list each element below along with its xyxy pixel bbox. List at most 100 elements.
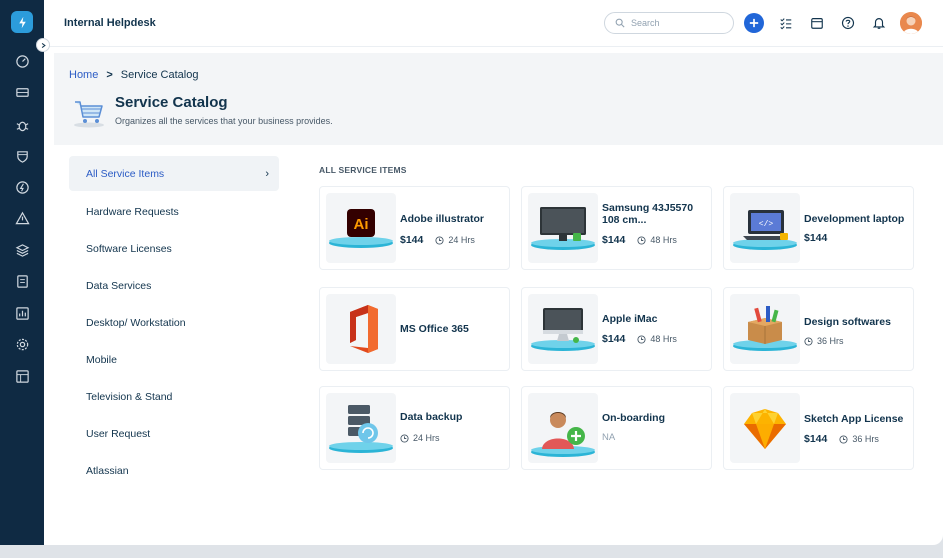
page-header: Home > Service Catalog Service Catalog O… xyxy=(54,53,943,145)
new-item-plus-button[interactable] xyxy=(744,13,764,33)
laptop-icon: </> xyxy=(730,193,800,263)
clock-icon xyxy=(637,334,646,344)
item-price: $144 xyxy=(804,232,828,244)
service-item-card[interactable]: Sketch App License $144 36 Hrs xyxy=(723,386,914,470)
calendar-icon[interactable] xyxy=(809,15,825,31)
item-name: Design softwares xyxy=(804,316,891,328)
clock-icon xyxy=(637,235,646,245)
svg-text:Ai: Ai xyxy=(354,216,369,233)
category-atlassian[interactable]: Atlassian xyxy=(69,452,279,489)
clock-icon xyxy=(839,434,848,444)
data-backup-icon xyxy=(326,393,396,463)
item-price: $144 xyxy=(602,333,626,345)
item-meta: $144 36 Hrs xyxy=(804,433,879,445)
category-hardware-requests[interactable]: Hardware Requests xyxy=(69,193,279,230)
admin-gear-icon[interactable] xyxy=(14,336,30,352)
todo-list-icon[interactable] xyxy=(778,15,794,31)
chevron-right-icon: › xyxy=(265,168,269,180)
service-item-card[interactable]: Data backup 24 Hrs xyxy=(319,386,510,470)
category-software-licenses[interactable]: Software Licenses xyxy=(69,230,279,267)
item-name: Sketch App License xyxy=(804,413,904,425)
item-name: Data backup xyxy=(400,411,463,423)
service-item-card[interactable]: MS Office 365 xyxy=(319,287,510,371)
clock-icon xyxy=(435,235,444,245)
item-eta: 48 Hrs xyxy=(650,235,677,245)
item-name: Adobe illustrator xyxy=(400,213,485,225)
tickets-icon[interactable] xyxy=(14,84,30,100)
clock-icon xyxy=(400,433,409,443)
item-eta: 48 Hrs xyxy=(650,334,677,344)
item-meta: $144 48 Hrs xyxy=(602,234,677,246)
section-label: ALL SERVICE ITEMS xyxy=(319,165,407,175)
onboarding-user-icon xyxy=(528,393,598,463)
service-item-card[interactable]: Samsung 43J5570 108 cm... $144 48 Hrs xyxy=(521,186,712,270)
shopping-cart-icon xyxy=(72,95,106,129)
search-icon xyxy=(615,18,625,28)
app-title: Internal Helpdesk xyxy=(64,17,156,29)
item-meta: NA xyxy=(602,432,615,443)
item-name: MS Office 365 xyxy=(400,323,469,335)
svg-text:</>: </> xyxy=(759,220,774,229)
problems-bug-icon[interactable] xyxy=(14,117,30,133)
category-all-service-items[interactable]: All Service Items › xyxy=(69,156,279,191)
monitor-icon xyxy=(528,193,598,263)
item-meta: 24 Hrs xyxy=(400,433,440,443)
top-header: Internal Helpdesk xyxy=(44,0,943,47)
category-mobile[interactable]: Mobile xyxy=(69,341,279,378)
breadcrumb-home-link[interactable]: Home xyxy=(69,69,98,81)
contracts-icon[interactable] xyxy=(14,273,30,289)
item-eta: 36 Hrs xyxy=(852,434,879,444)
item-price: $144 xyxy=(602,234,626,246)
user-avatar[interactable] xyxy=(900,12,922,34)
item-price-na: NA xyxy=(602,432,616,443)
help-icon[interactable] xyxy=(840,15,856,31)
sketch-icon xyxy=(730,393,800,463)
service-item-card[interactable]: </> Development laptop $144 xyxy=(723,186,914,270)
search-box[interactable] xyxy=(604,12,734,34)
catalog-table-icon[interactable] xyxy=(14,368,30,384)
breadcrumb: Home > Service Catalog xyxy=(69,69,198,81)
service-item-card[interactable]: On-boarding NA xyxy=(521,386,712,470)
item-meta: $144 24 Hrs xyxy=(400,234,475,246)
design-box-icon xyxy=(730,294,800,364)
page-title: Service Catalog xyxy=(115,94,228,111)
category-user-request[interactable]: User Request xyxy=(69,415,279,452)
sidebar-expand-chevron-icon[interactable] xyxy=(36,38,50,52)
freshservice-logo-icon[interactable] xyxy=(11,11,33,33)
category-data-services[interactable]: Data Services xyxy=(69,267,279,304)
imac-icon xyxy=(528,294,598,364)
category-desktop-workstation[interactable]: Desktop/ Workstation xyxy=(69,304,279,341)
app-window: Internal Helpdesk Home > Service Catalog xyxy=(0,0,943,545)
item-eta: 36 Hrs xyxy=(817,336,844,346)
item-price: $144 xyxy=(804,433,828,445)
category-television-stand[interactable]: Television & Stand xyxy=(69,378,279,415)
item-meta: $144 48 Hrs xyxy=(602,333,677,345)
item-name: Development laptop xyxy=(804,213,905,225)
office-icon xyxy=(326,294,396,364)
changes-shield-icon[interactable] xyxy=(14,148,30,164)
item-name: Apple iMac xyxy=(602,313,658,325)
assets-layers-icon[interactable] xyxy=(14,242,30,258)
item-name: On-boarding xyxy=(602,412,665,424)
page-subtitle: Organizes all the services that your bus… xyxy=(115,116,333,126)
sidebar xyxy=(0,0,44,545)
releases-icon[interactable] xyxy=(14,179,30,195)
item-eta: 24 Hrs xyxy=(413,433,440,443)
alerts-icon[interactable] xyxy=(14,210,30,226)
notifications-bell-icon[interactable] xyxy=(871,15,887,31)
breadcrumb-separator: > xyxy=(106,69,113,81)
item-meta: 36 Hrs xyxy=(804,336,844,346)
dashboard-icon[interactable] xyxy=(14,53,30,69)
item-eta: 24 Hrs xyxy=(448,235,475,245)
service-item-card[interactable]: Design softwares 36 Hrs xyxy=(723,287,914,371)
item-price: $144 xyxy=(400,234,424,246)
breadcrumb-current: Service Catalog xyxy=(120,69,199,81)
reports-icon[interactable] xyxy=(14,305,30,321)
category-list: All Service Items › Hardware Requests So… xyxy=(69,156,279,489)
item-name: Samsung 43J5570 108 cm... xyxy=(602,202,694,226)
search-input[interactable] xyxy=(631,18,721,28)
clock-icon xyxy=(804,336,813,346)
service-item-card[interactable]: Ai Adobe illustrator $144 24 Hrs xyxy=(319,186,510,270)
plus-icon xyxy=(749,18,759,28)
service-item-card[interactable]: Apple iMac $144 48 Hrs xyxy=(521,287,712,371)
